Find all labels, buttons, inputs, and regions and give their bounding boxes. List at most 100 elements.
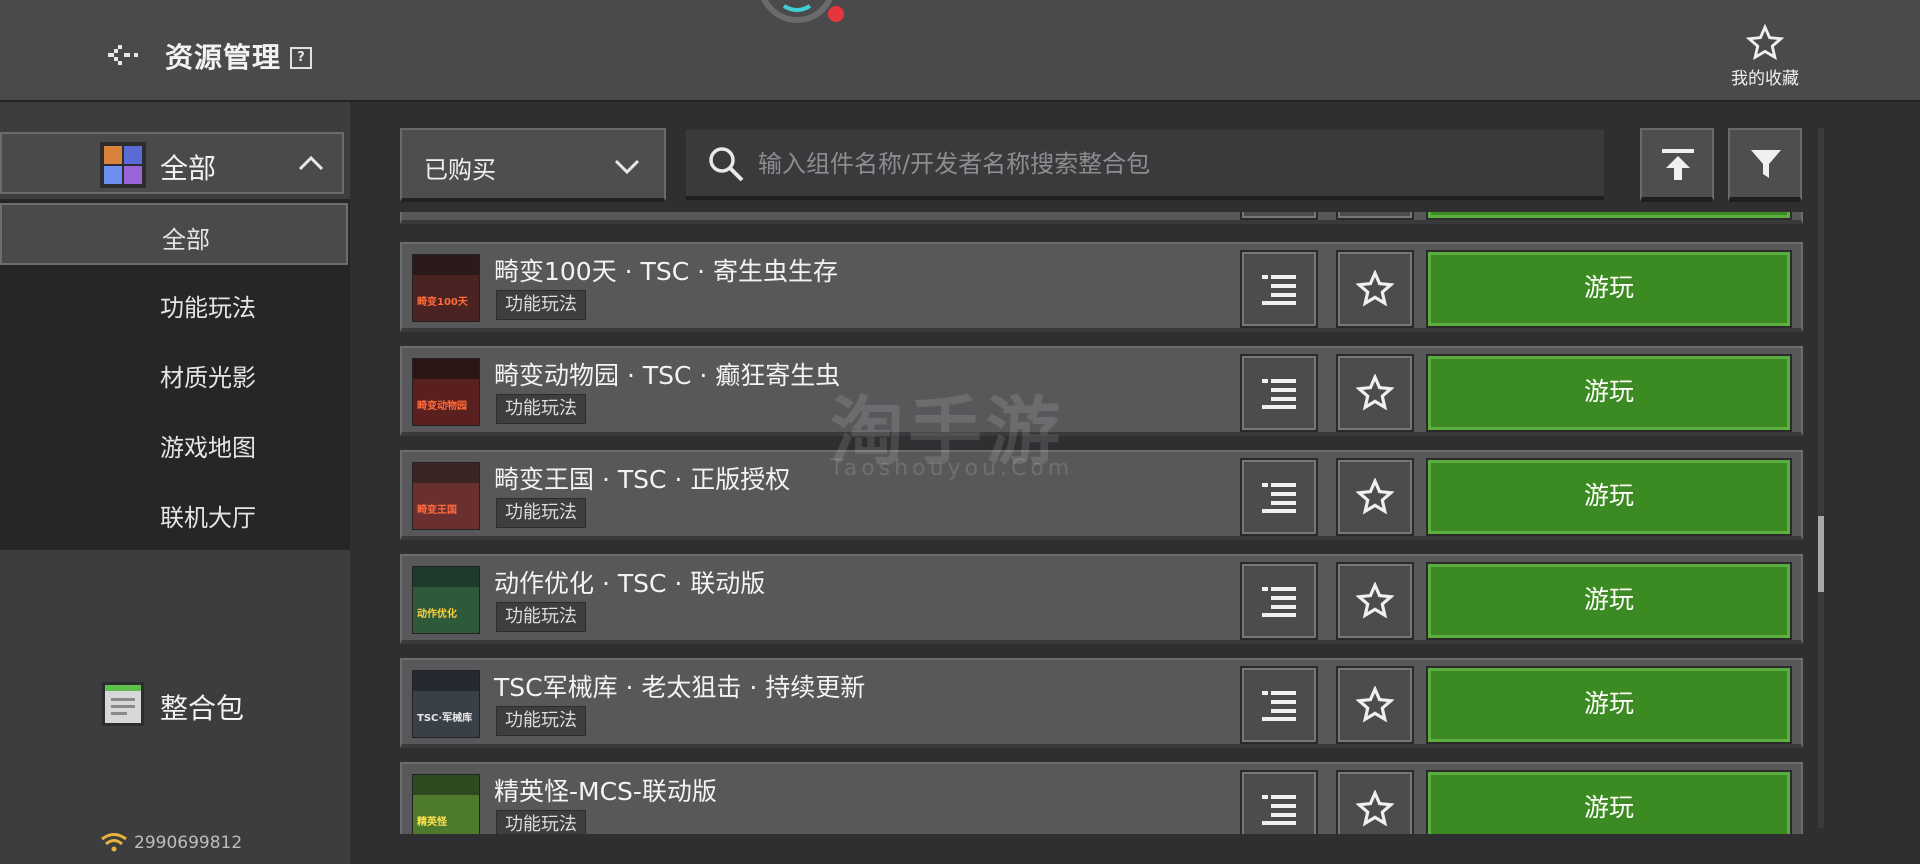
sidebar-item-multiplayer[interactable]: 联机大厅 xyxy=(0,483,350,545)
list-item: TSC·军械库 TSC军械库 · 老太狙击 · 持续更新 功能玩法 游玩 xyxy=(400,658,1803,748)
pack-thumbnail: TSC·军械库 xyxy=(412,670,480,738)
pack-title: 精英怪-MCS-联动版 xyxy=(494,777,717,806)
category-tag: 功能玩法 xyxy=(496,498,586,528)
blocks-icon xyxy=(100,142,146,188)
play-button[interactable]: 游玩 xyxy=(1426,666,1792,744)
pack-thumbnail: 畸变动物园 xyxy=(412,358,480,426)
list-item: 动作优化 动作优化 · TSC · 联动版 功能玩法 游玩 xyxy=(400,554,1803,644)
details-button[interactable] xyxy=(1240,562,1318,640)
sidebar-item-gameplay[interactable]: 功能玩法 xyxy=(0,273,350,335)
star-icon xyxy=(1356,270,1394,307)
search-icon xyxy=(709,147,744,182)
play-button[interactable]: 游玩 xyxy=(1426,250,1792,328)
sidebar-item-label: 全部 xyxy=(162,226,210,254)
play-button[interactable]: 游玩 xyxy=(1426,458,1792,536)
favorite-button[interactable] xyxy=(1336,212,1414,220)
list-item xyxy=(400,212,1803,224)
favorite-button[interactable] xyxy=(1336,666,1414,744)
search-input[interactable] xyxy=(756,142,1580,186)
favorite-button[interactable] xyxy=(1336,770,1414,834)
pack-title: 动作优化 · TSC · 联动版 xyxy=(494,569,766,598)
list-icon xyxy=(1262,587,1296,617)
upload-icon xyxy=(1662,149,1694,180)
help-icon[interactable]: ? xyxy=(290,47,312,69)
scrollbar-track[interactable] xyxy=(1818,128,1824,828)
favorite-button[interactable] xyxy=(1336,458,1414,536)
page-title: 资源管理 xyxy=(165,41,282,74)
sidebar-item-modpack[interactable]: 整合包 xyxy=(160,687,244,727)
pack-thumbnail: 动作优化 xyxy=(412,566,480,634)
category-tag: 功能玩法 xyxy=(496,290,586,320)
play-button[interactable]: 游玩 xyxy=(1426,354,1792,432)
filter-button[interactable] xyxy=(1728,128,1802,202)
list-icon xyxy=(1262,483,1296,513)
pack-title: 畸变动物园 · TSC · 癫狂寄生虫 xyxy=(494,361,841,390)
list-icon xyxy=(1262,379,1296,409)
sidebar-item-textures[interactable]: 材质光影 xyxy=(0,343,350,405)
details-button[interactable] xyxy=(1240,250,1318,328)
category-tag: 功能玩法 xyxy=(496,394,586,424)
watermark-url: Taoshouyou.Com xyxy=(830,456,1074,481)
play-button[interactable]: 游玩 xyxy=(1426,562,1792,640)
search-bar xyxy=(686,130,1604,200)
thumbnail-text: 动作优化 xyxy=(417,609,457,620)
star-icon xyxy=(1356,374,1394,411)
play-button[interactable] xyxy=(1426,212,1792,220)
thumbnail-text: 畸变100天 xyxy=(417,297,468,308)
star-icon xyxy=(1356,686,1394,723)
details-button[interactable] xyxy=(1240,354,1318,432)
thumbnail-text: TSC·军械库 xyxy=(417,713,473,724)
list-item: 精英怪 精英怪-MCS-联动版 功能玩法 游玩 xyxy=(400,762,1803,834)
wifi-icon xyxy=(101,833,127,852)
favorite-button[interactable] xyxy=(1336,562,1414,640)
details-button[interactable] xyxy=(1240,212,1318,220)
dropdown-value: 已购买 xyxy=(424,156,496,184)
star-icon xyxy=(1356,582,1394,619)
top-bar: 资源管理 ? 我的收藏 xyxy=(0,0,1920,102)
details-button[interactable] xyxy=(1240,770,1318,834)
sidebar-item-label: 功能玩法 xyxy=(160,294,256,322)
pack-thumbnail: 畸变王国 xyxy=(412,462,480,530)
camera-dial-icon xyxy=(761,0,844,23)
star-icon xyxy=(1746,24,1784,61)
sidebar: 全部 全部 功能玩法 材质光影 游戏地图 联机大厅 整合包 xyxy=(0,102,350,864)
purchase-filter-dropdown[interactable]: 已购买 xyxy=(400,128,666,202)
category-tag: 功能玩法 xyxy=(496,602,586,632)
list-item: 畸变100天 畸变100天 · TSC · 寄生虫生存 功能玩法 游玩 xyxy=(400,242,1803,332)
list-icon xyxy=(1262,691,1296,721)
resource-list: 畸变100天 畸变100天 · TSC · 寄生虫生存 功能玩法 游玩 畸变动物… xyxy=(400,212,1804,834)
pack-title: 畸变王国 · TSC · 正版授权 xyxy=(494,465,791,494)
sidebar-item-label: 游戏地图 xyxy=(160,434,256,462)
details-button[interactable] xyxy=(1240,666,1318,744)
upload-button[interactable] xyxy=(1640,128,1714,202)
play-button[interactable]: 游玩 xyxy=(1426,770,1792,834)
category-tag: 功能玩法 xyxy=(496,706,586,736)
favorites-button[interactable]: 我的收藏 xyxy=(1720,24,1810,94)
document-pack-icon[interactable] xyxy=(102,682,144,726)
list-icon xyxy=(1262,275,1296,305)
chevron-up-icon[interactable] xyxy=(298,155,324,171)
category-submenu: 全部 功能玩法 材质光影 游戏地图 联机大厅 xyxy=(0,199,350,550)
list-item: 畸变王国 畸变王国 · TSC · 正版授权 功能玩法 游玩 xyxy=(400,450,1803,540)
sidebar-item-all[interactable]: 全部 xyxy=(0,203,348,265)
category-tag: 功能玩法 xyxy=(496,810,586,834)
favorites-label: 我的收藏 xyxy=(1731,69,1799,89)
scrollbar-thumb[interactable] xyxy=(1818,516,1824,592)
favorite-button[interactable] xyxy=(1336,354,1414,432)
details-button[interactable] xyxy=(1240,458,1318,536)
sidebar-item-maps[interactable]: 游戏地图 xyxy=(0,413,350,475)
favorite-button[interactable] xyxy=(1336,250,1414,328)
category-label: 全部 xyxy=(160,152,217,185)
list-icon xyxy=(1262,795,1296,825)
thumbnail-text: 畸变动物园 xyxy=(417,401,467,412)
back-arrow-icon[interactable] xyxy=(108,40,148,70)
star-icon xyxy=(1356,478,1394,515)
thumbnail-text: 畸变王国 xyxy=(417,505,457,516)
sidebar-item-label: 材质光影 xyxy=(160,364,256,392)
chevron-down-icon xyxy=(614,159,640,175)
sidebar-item-label: 联机大厅 xyxy=(160,504,256,532)
network-id: 2990699812 xyxy=(134,833,243,853)
star-icon xyxy=(1356,790,1394,827)
pack-thumbnail: 精英怪 xyxy=(412,774,480,834)
pack-thumbnail: 畸变100天 xyxy=(412,254,480,322)
